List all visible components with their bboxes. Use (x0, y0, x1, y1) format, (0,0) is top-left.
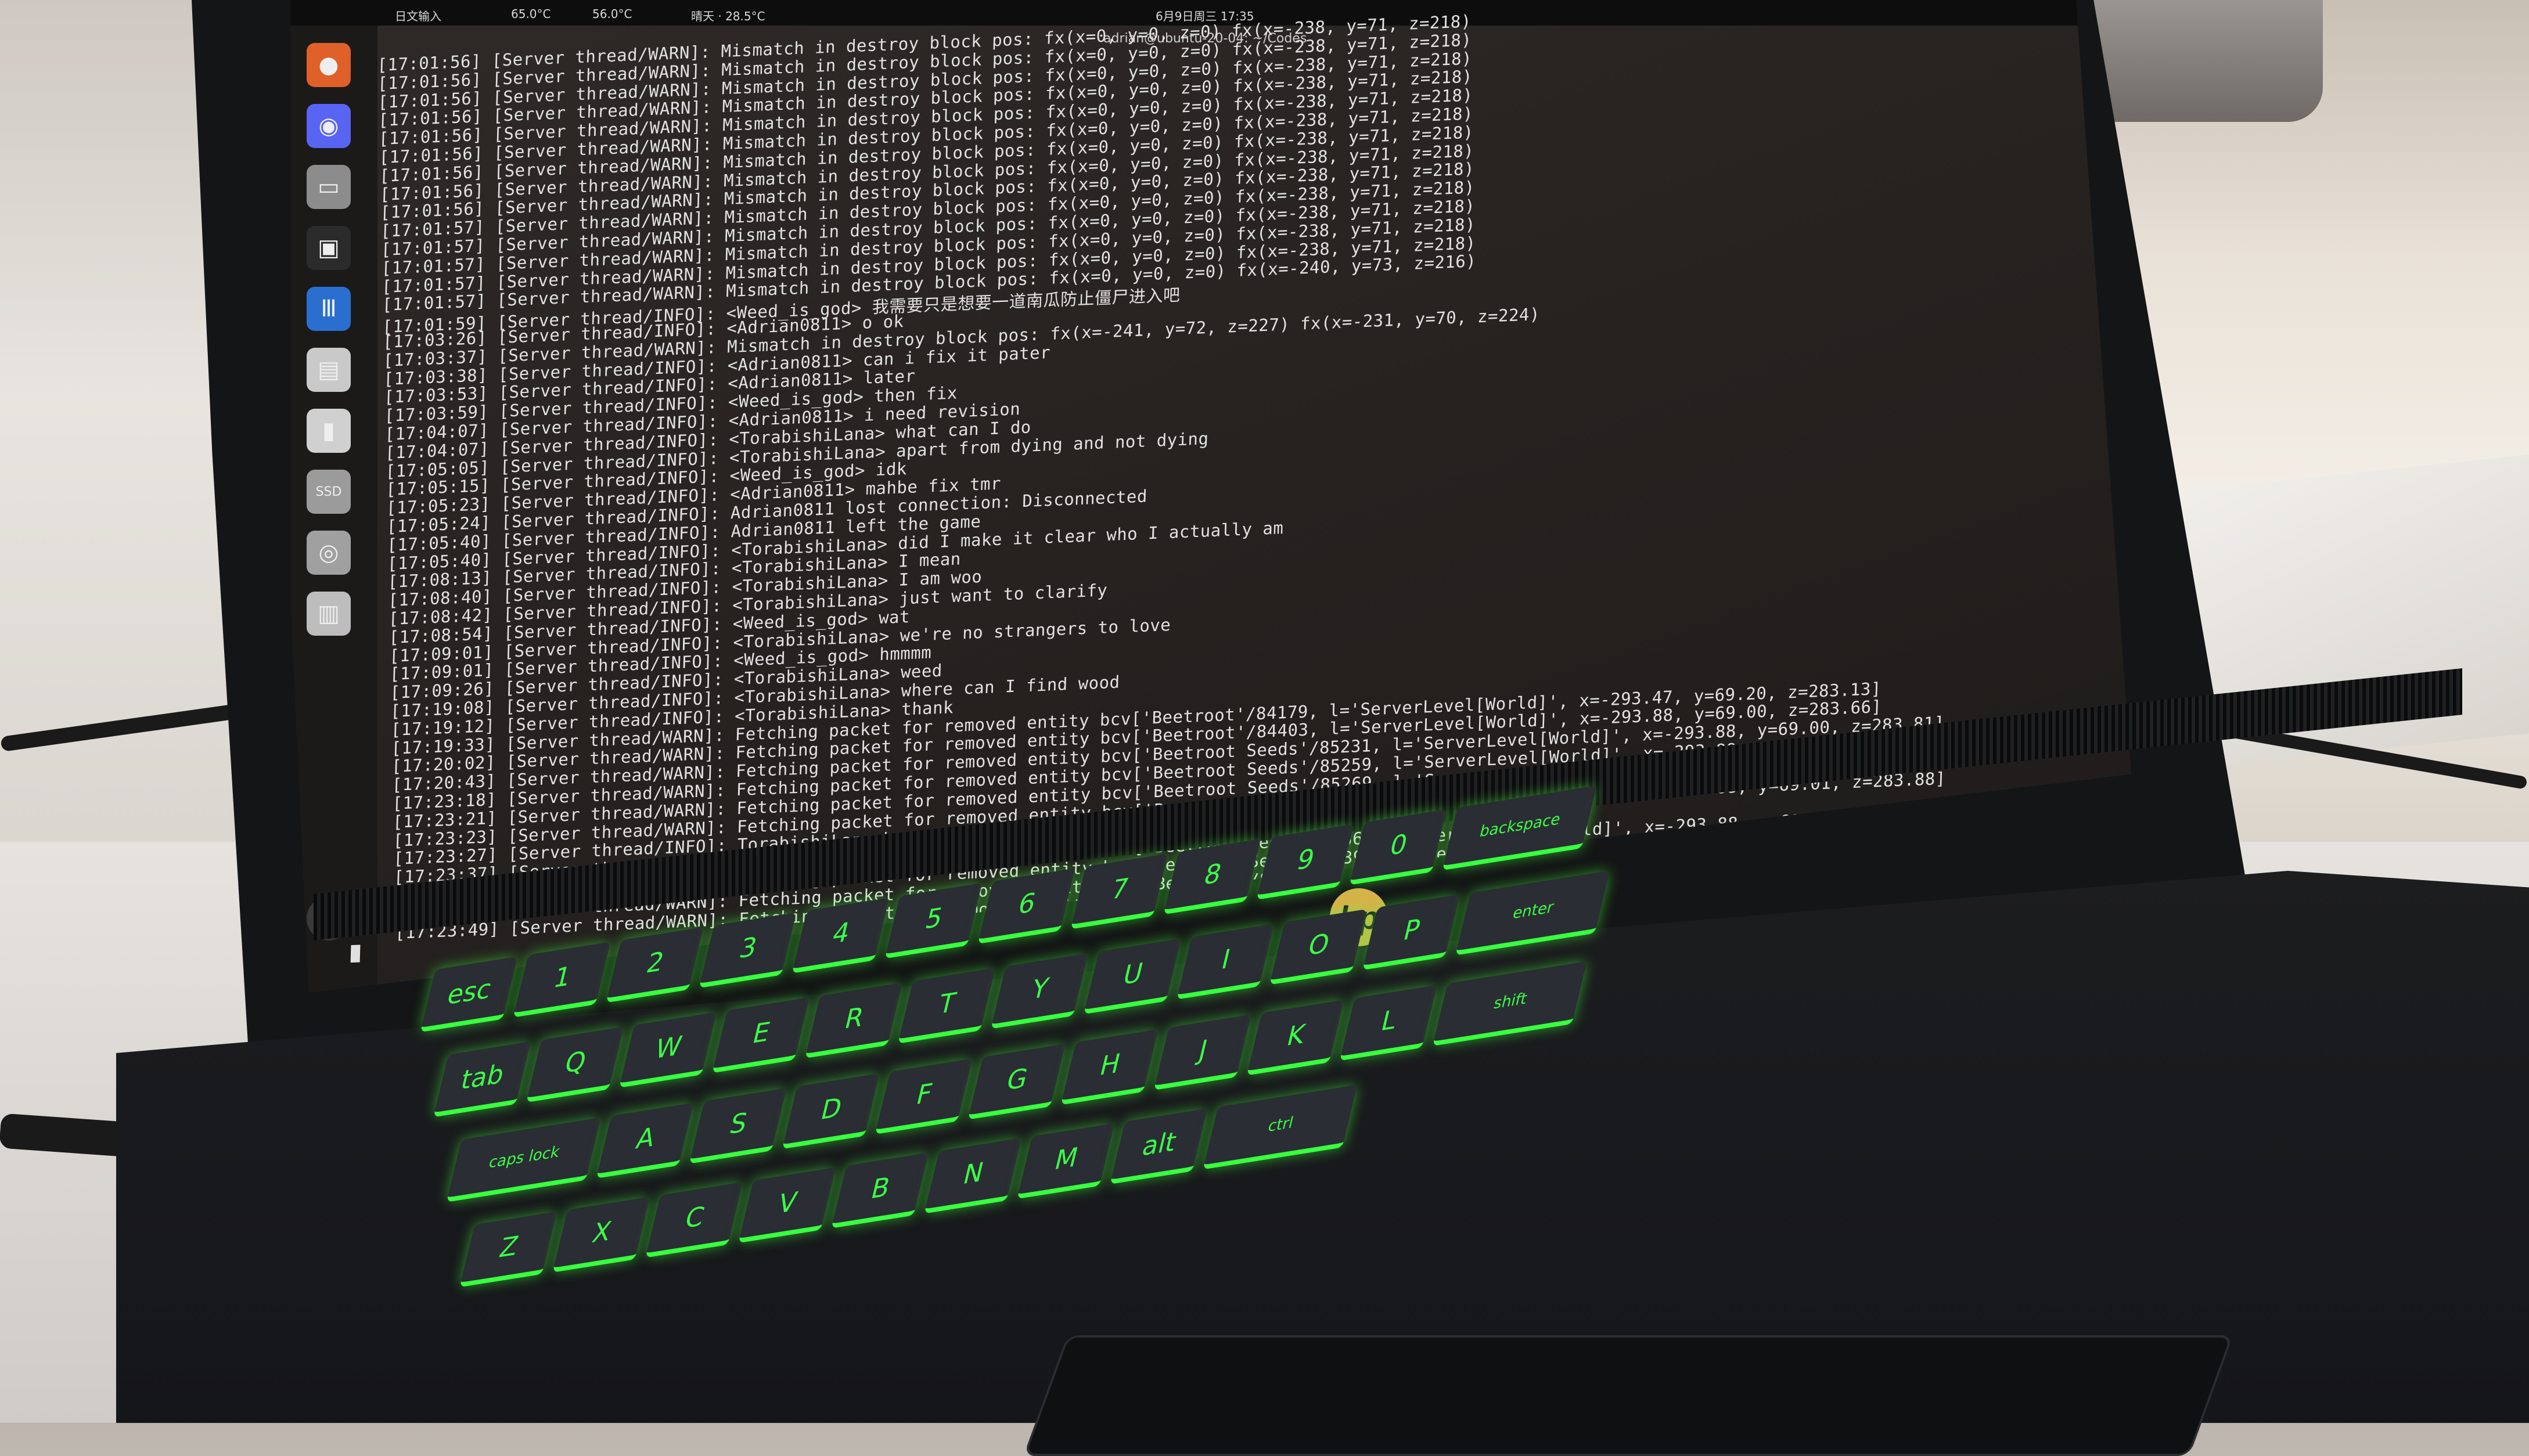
key--2[interactable]: 2 (606, 927, 704, 1003)
gpu-temp: 56.0°C (592, 7, 632, 21)
key--3[interactable]: 3 (699, 912, 797, 989)
key--1[interactable]: 1 (513, 942, 611, 1018)
key-h[interactable]: H (1060, 1029, 1159, 1105)
key--0[interactable]: 0 (1349, 809, 1447, 885)
touchpad[interactable] (1023, 1335, 2233, 1456)
key-r[interactable]: R (805, 982, 903, 1059)
key-g[interactable]: G (967, 1044, 1066, 1120)
key-p[interactable]: P (1362, 894, 1460, 971)
key--4[interactable]: 4 (792, 898, 890, 974)
key-b[interactable]: B (831, 1152, 929, 1228)
key-backspace[interactable]: backspace (1442, 785, 1597, 871)
weather-indicator[interactable]: 晴天 · 28.5°C (691, 7, 765, 24)
discord-icon[interactable]: ◉ (307, 104, 351, 148)
key-enter[interactable]: enter (1455, 870, 1610, 956)
key-w[interactable]: W (619, 1012, 717, 1088)
key--8[interactable]: 8 (1163, 838, 1261, 915)
key-s[interactable]: S (689, 1088, 787, 1164)
key-i[interactable]: I (1177, 924, 1275, 1000)
key-alt[interactable]: alt (1110, 1108, 1208, 1184)
key-q[interactable]: Q (526, 1026, 624, 1103)
key-l[interactable]: L (1339, 985, 1437, 1061)
key-c[interactable]: C (645, 1182, 743, 1258)
document-viewer-icon[interactable]: ▤ (307, 348, 351, 392)
key-u[interactable]: U (1084, 938, 1182, 1015)
firefox-icon[interactable]: ● (307, 43, 351, 87)
ssd-drive-icon[interactable]: SSD (307, 470, 351, 514)
terminal-icon[interactable]: ▣ (307, 226, 351, 270)
key-shift[interactable]: shift (1432, 961, 1587, 1046)
key-t[interactable]: T (898, 968, 996, 1044)
key-f[interactable]: F (875, 1058, 973, 1135)
key--9[interactable]: 9 (1256, 824, 1354, 900)
terminal-cursor[interactable] (350, 943, 361, 963)
key-e[interactable]: E (712, 997, 810, 1073)
key-capslock[interactable]: caps lock (446, 1117, 601, 1202)
key-ctrl[interactable]: ctrl (1203, 1084, 1358, 1170)
sd-card-icon[interactable]: ▥ (307, 592, 351, 636)
key-k[interactable]: K (1246, 1000, 1344, 1076)
key-y[interactable]: Y (991, 953, 1089, 1029)
files-icon[interactable]: ▭ (307, 165, 351, 209)
input-method-indicator[interactable]: 日文输入 (395, 7, 441, 24)
key-z[interactable]: Z (459, 1211, 557, 1288)
key-m[interactable]: M (1017, 1123, 1115, 1199)
equalizer-icon[interactable]: Ⅲ (307, 287, 351, 331)
key-d[interactable]: D (782, 1073, 880, 1149)
key-x[interactable]: X (552, 1196, 650, 1273)
key-o[interactable]: O (1269, 909, 1368, 985)
key-j[interactable]: J (1153, 1014, 1251, 1091)
key-tab[interactable]: tab (433, 1041, 531, 1118)
key--7[interactable]: 7 (1070, 853, 1168, 929)
key--6[interactable]: 6 (977, 868, 1075, 945)
key-n[interactable]: N (924, 1138, 1022, 1214)
key-a[interactable]: A (596, 1102, 694, 1179)
disk-icon[interactable]: ◎ (307, 531, 351, 575)
media-player-icon[interactable]: ▮ (307, 409, 351, 453)
cpu-temp: 65.0°C (511, 7, 551, 21)
key--5[interactable]: 5 (884, 882, 983, 959)
key-v[interactable]: V (738, 1167, 836, 1244)
